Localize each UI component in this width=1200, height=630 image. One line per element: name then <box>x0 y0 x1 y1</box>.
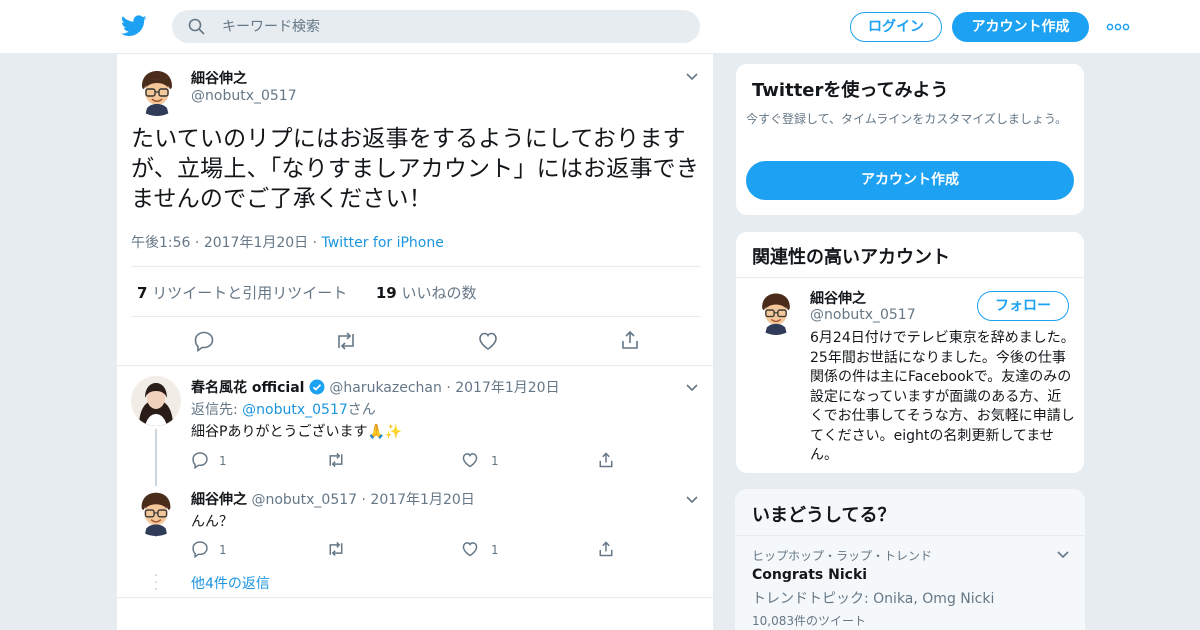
separator-dot: · <box>308 235 322 251</box>
chevron-down-icon[interactable] <box>1056 550 1070 560</box>
trends-card: いまどうしてる？ ヒップホップ・ラップ・トレンド Congrats Nicki … <box>735 489 1085 630</box>
thread-dots-icon <box>155 574 157 590</box>
card-description: 今すぐ登録して、タイムラインをカスタマイズしましょう。 <box>746 112 1068 126</box>
share-icon[interactable] <box>597 451 615 469</box>
card-title: Twitterを使ってみよう <box>752 80 949 101</box>
retweet-icon[interactable] <box>334 330 358 352</box>
login-button[interactable]: ログイン <box>850 12 942 42</box>
signup-button[interactable]: アカウント作成 <box>952 12 1089 42</box>
trend-tweet-count: 10,083件のツイート <box>752 614 866 628</box>
search-box[interactable] <box>172 10 700 43</box>
reply-count: 1 <box>219 454 227 468</box>
retweet-icon[interactable] <box>326 451 346 469</box>
tweet-author-name[interactable]: 細谷伸之 <box>191 68 247 88</box>
separator-dot: · <box>357 492 371 508</box>
separator-dot: · <box>190 235 204 251</box>
follow-button[interactable]: フォロー <box>977 291 1069 321</box>
reply-icon[interactable] <box>191 540 209 558</box>
related-account-name[interactable]: 細谷伸之 <box>810 288 866 308</box>
reply-header: 春名風花 official @harukazechan · 2017年1月20日 <box>191 377 560 397</box>
trend-topics: トレンドトピック: Onika, Omg Nicki <box>752 591 995 607</box>
reply-action-bar: 1 1 <box>191 451 641 471</box>
search-icon <box>188 18 205 35</box>
divider <box>131 266 701 267</box>
related-account-bio: 6月24日付けでテレビ東京を辞めました。 25年間お世話になりました。今後の仕事… <box>810 330 1075 463</box>
avatar[interactable] <box>131 64 183 116</box>
reply-to-link[interactable]: @nobutx_0517 <box>242 402 348 418</box>
reply-text: 細谷Pありがとうございます🙏✨ <box>191 424 403 440</box>
reply-author-handle[interactable]: @nobutx_0517 <box>251 492 357 508</box>
reply-author-handle[interactable]: @harukazechan <box>329 380 442 396</box>
tweet-stats: 7 リツイートと引用リツイート 19 いいねの数 <box>137 282 477 303</box>
reply-header: 細谷伸之 @nobutx_0517 · 2017年1月20日 <box>191 489 475 509</box>
related-accounts-card: 関連性の高いアカウント 細谷伸之 @nobutx_0517 フォロー 6月24日… <box>735 231 1085 474</box>
divider <box>736 535 1084 536</box>
like-stat[interactable]: 19 いいねの数 <box>376 284 477 302</box>
avatar[interactable] <box>131 376 181 426</box>
trend-name[interactable]: Congrats Nicki <box>752 567 867 583</box>
reply-date[interactable]: 2017年1月20日 <box>455 380 559 396</box>
avatar[interactable] <box>752 287 800 335</box>
user-photo-icon <box>131 376 181 426</box>
tweet-text: たいていのリプにはお返事をするようにしておりますが、立場上、「なりすましアカウン… <box>131 126 700 212</box>
chevron-down-icon[interactable] <box>685 72 699 82</box>
reply-text: んん？ <box>191 514 233 530</box>
trend-context: ヒップホップ・ラップ・トレンド <box>752 549 933 563</box>
retweet-stat[interactable]: 7 リツイートと引用リツイート <box>137 284 347 302</box>
more-options-icon[interactable] <box>1106 20 1130 34</box>
create-account-button[interactable]: アカウント作成 <box>746 161 1074 200</box>
tweet-date[interactable]: 2017年1月20日 <box>204 235 308 251</box>
like-heart-icon[interactable] <box>477 330 499 352</box>
reply-author-name[interactable]: 春名風花 official <box>191 380 304 396</box>
divider <box>736 277 1084 278</box>
caricature-avatar-icon <box>131 486 181 536</box>
divider <box>117 597 715 598</box>
divider <box>117 365 715 366</box>
tweet-source-link[interactable]: Twitter for iPhone <box>322 235 444 251</box>
reply-count: 1 <box>219 543 227 557</box>
avatar[interactable] <box>131 486 181 536</box>
like-count: 1 <box>491 454 499 468</box>
signup-promo-card: Twitterを使ってみよう 今すぐ登録して、タイムラインをカスタマイズしましょ… <box>735 63 1085 216</box>
caricature-avatar-icon <box>131 64 183 116</box>
like-heart-icon[interactable] <box>461 451 479 469</box>
chevron-down-icon[interactable] <box>685 495 699 505</box>
main-tweet-column: 細谷伸之 @nobutx_0517 たいていのリプにはお返事をするようにしており… <box>116 54 715 630</box>
twitter-bird-icon[interactable] <box>121 14 147 38</box>
tweet-timestamp: 午後1:56 · 2017年1月20日 · Twitter for iPhone <box>131 232 444 252</box>
show-more-replies-link[interactable]: 他4件の返信 <box>191 573 270 593</box>
reply-date[interactable]: 2017年1月20日 <box>370 492 474 508</box>
like-heart-icon[interactable] <box>461 540 479 558</box>
chevron-down-icon[interactable] <box>685 383 699 393</box>
card-title: いまどうしてる？ <box>752 505 896 526</box>
reply-icon[interactable] <box>191 451 209 469</box>
share-icon[interactable] <box>619 329 641 351</box>
related-account-handle[interactable]: @nobutx_0517 <box>810 307 916 323</box>
retweet-icon[interactable] <box>326 540 346 558</box>
caricature-avatar-icon <box>752 287 800 335</box>
tweet-author-handle[interactable]: @nobutx_0517 <box>191 88 297 104</box>
tweet-action-bar <box>177 326 647 356</box>
reply-author-name[interactable]: 細谷伸之 <box>191 492 247 508</box>
card-title: 関連性の高いアカウント <box>752 247 950 268</box>
separator-dot: · <box>441 380 456 396</box>
divider <box>131 316 701 317</box>
share-icon[interactable] <box>597 540 615 558</box>
search-input[interactable] <box>222 10 682 43</box>
tweet-time[interactable]: 午後1:56 <box>131 235 190 251</box>
reply-to-line: 返信先: @nobutx_0517さん <box>191 402 376 418</box>
like-count: 1 <box>491 543 499 557</box>
reply-icon[interactable] <box>193 330 215 352</box>
reply-action-bar: 1 1 <box>191 540 641 560</box>
top-navigation-bar: ログイン アカウント作成 <box>0 0 1200 54</box>
verified-badge-icon <box>309 379 325 395</box>
